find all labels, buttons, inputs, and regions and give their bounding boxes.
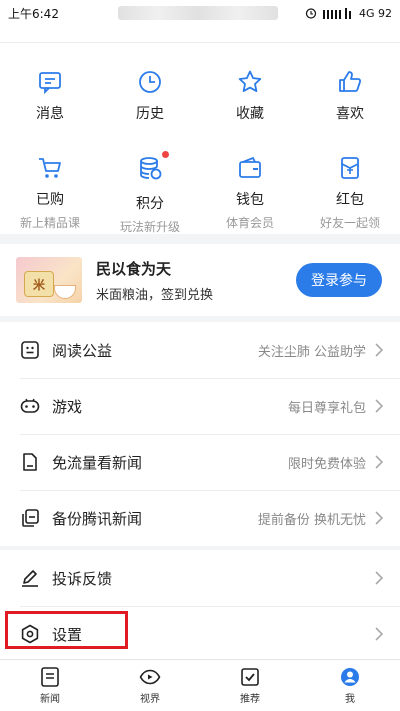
tab-vision[interactable]: 视界: [100, 660, 200, 711]
grid-item-points[interactable]: 积分 玩法新升级: [100, 151, 200, 251]
bowl-shape: [54, 285, 76, 299]
chevron-right-icon: [375, 627, 384, 641]
grid-sublabel: 玩法新升级: [119, 220, 180, 234]
notification-dot: [162, 151, 169, 158]
recommend-icon: [241, 668, 259, 686]
promo-subtitle: 米面粮油，签到兑换: [96, 287, 214, 303]
list-item-label: 投诉反馈: [52, 569, 113, 588]
grid-item-purchased[interactable]: 已购 新上精品课: [0, 155, 100, 251]
promo-banner[interactable]: 米 民以食为天 米面粮油，签到兑换 登录参与: [0, 244, 400, 316]
wallet-icon: [239, 156, 261, 178]
grid-label: 历史: [136, 106, 164, 122]
list-item-label: 游戏: [52, 397, 83, 416]
grid-item-wallet[interactable]: 钱包 体育会员: [200, 155, 300, 251]
thumbs-up-icon: [339, 71, 362, 92]
grid-item-favorites[interactable]: 收藏: [200, 69, 300, 155]
grid-label: 喜欢: [336, 106, 364, 122]
settings-highlight-box: [5, 611, 128, 649]
bottom-tab-bar: 新闻 视界 推荐 我: [0, 659, 400, 711]
pencil-icon: [22, 570, 38, 587]
tab-label: 新闻: [40, 694, 60, 705]
list-item-label: 阅读公益: [52, 341, 113, 360]
tab-news[interactable]: 新闻: [0, 660, 100, 711]
grid-label: 消息: [36, 106, 64, 122]
grid-item-messages[interactable]: 消息: [0, 69, 100, 155]
list-item-backup[interactable]: 备份腾讯新闻 提前备份 换机无忧: [0, 490, 400, 546]
grid-item-likes[interactable]: 喜欢: [300, 69, 400, 155]
status-indicators: 4G 92: [305, 7, 392, 20]
list-item-games[interactable]: 游戏 每日尊享礼包: [0, 378, 400, 434]
promo-image: 米: [16, 257, 82, 303]
grid-sublabel: 好友一起领: [319, 216, 380, 230]
status-time: 上午6:42: [8, 6, 59, 21]
list-item-read-charity[interactable]: 阅读公益 关注尘肺 公益助学: [0, 322, 400, 378]
backup-icon: [22, 509, 39, 527]
grid-label: 积分: [136, 196, 164, 212]
eye-icon: [139, 669, 161, 685]
signal-icon: [322, 7, 351, 19]
list-item-label: 备份腾讯新闻: [52, 509, 143, 528]
clock-icon: [139, 71, 161, 93]
gamepad-icon: [20, 398, 40, 413]
grid-sublabel: 新上精品课: [19, 216, 80, 230]
me-icon: [341, 668, 359, 686]
tab-label: 推荐: [240, 694, 260, 705]
grid-item-history[interactable]: 历史: [100, 69, 200, 155]
news-icon: [41, 667, 59, 687]
top-strip: [0, 26, 400, 42]
grid-label: 收藏: [236, 106, 264, 122]
data-free-icon: [23, 453, 37, 471]
promo-image-label: 米: [24, 271, 54, 297]
grid-label: 已购: [36, 192, 64, 208]
chevron-right-icon: [375, 571, 384, 585]
chevron-right-icon: [375, 343, 384, 357]
red-packet-icon: [341, 157, 359, 179]
chevron-right-icon: [375, 455, 384, 469]
tab-recommend[interactable]: 推荐: [200, 660, 300, 711]
chevron-right-icon: [375, 511, 384, 525]
coins-icon: [140, 157, 162, 180]
list-item-label: 免流量看新闻: [52, 453, 143, 472]
list-item-free-data[interactable]: 免流量看新闻 限时免费体验: [0, 434, 400, 490]
message-icon: [39, 72, 61, 95]
charity-icon: [21, 341, 39, 359]
list-item-hint: 关注尘肺 公益助学: [257, 344, 366, 360]
grid-sublabel: 体育会员: [225, 216, 274, 230]
list-item-hint: 提前备份 换机无忧: [257, 512, 366, 528]
cart-icon: [39, 158, 61, 178]
list-item-hint: 限时免费体验: [287, 456, 366, 472]
status-blur: [118, 6, 278, 20]
chevron-right-icon: [375, 399, 384, 413]
tab-label: 视界: [140, 694, 160, 705]
tab-me[interactable]: 我: [300, 660, 400, 711]
alarm-icon: [305, 8, 317, 19]
list-item-hint: 每日尊享礼包: [287, 400, 366, 416]
tab-label: 我: [345, 694, 355, 705]
status-network-battery: 4G 92: [358, 6, 392, 20]
grid-label: 红包: [336, 192, 364, 208]
feature-grid: 消息 历史 收藏 喜欢 已购 新上精品课 积分 玩法新升级 钱包 体育会员 红包…: [0, 42, 400, 234]
promo-title: 民以食为天: [96, 259, 172, 278]
star-icon: [238, 70, 262, 92]
list-item-feedback[interactable]: 投诉反馈: [0, 550, 400, 606]
login-participate-button[interactable]: 登录参与: [296, 263, 382, 297]
services-list: 阅读公益 关注尘肺 公益助学 游戏 每日尊享礼包 免流量看新闻 限时免费体验 备…: [0, 322, 400, 546]
grid-label: 钱包: [236, 192, 264, 208]
grid-item-red-packet[interactable]: 红包 好友一起领: [300, 155, 400, 251]
